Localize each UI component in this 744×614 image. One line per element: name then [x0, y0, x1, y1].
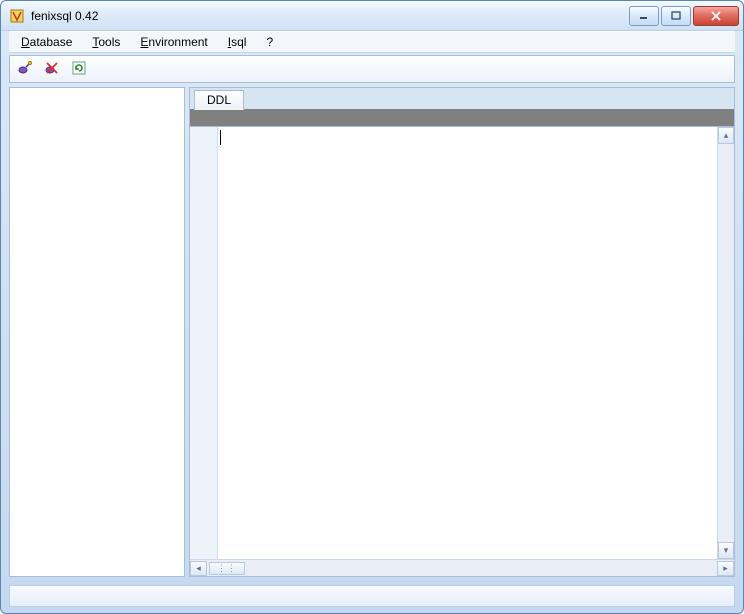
scroll-left-icon[interactable]: ◂ [190, 561, 207, 576]
scroll-right-icon[interactable]: ▸ [717, 561, 734, 576]
editor-panel: ▴ ▾ ◂ ⋮⋮ ▸ [189, 127, 735, 577]
titlebar: fenixsql 0.42 [1, 1, 743, 31]
menu-tools[interactable]: Tools [84, 33, 128, 51]
close-button[interactable] [693, 6, 739, 26]
connect-icon [17, 60, 33, 79]
maximize-button[interactable] [661, 6, 691, 26]
refresh-button[interactable] [67, 58, 91, 80]
window-title: fenixsql 0.42 [31, 9, 629, 23]
menu-isql[interactable]: Isql [220, 33, 255, 51]
connect-button[interactable] [13, 58, 37, 80]
text-cursor-icon [220, 130, 221, 145]
toolbar [9, 55, 735, 83]
header-strip [189, 109, 735, 127]
client-area: DDL ▴ ▾ ◂ ⋮⋮ [9, 87, 735, 577]
menu-help[interactable]: ? [258, 33, 281, 51]
menu-database[interactable]: Database [13, 33, 80, 51]
disconnect-icon [44, 60, 60, 79]
minimize-button[interactable] [629, 6, 659, 26]
tabstrip: DDL [189, 87, 735, 109]
ddl-editor[interactable] [218, 127, 717, 559]
horizontal-scrollbar[interactable]: ◂ ⋮⋮ ▸ [190, 559, 734, 576]
window-buttons [629, 6, 739, 26]
statusbar [9, 585, 735, 607]
vertical-scrollbar[interactable]: ▴ ▾ [717, 127, 734, 559]
scroll-up-icon[interactable]: ▴ [718, 127, 734, 144]
refresh-icon [71, 60, 87, 79]
scroll-down-icon[interactable]: ▾ [718, 542, 734, 559]
menu-environment[interactable]: Environment [132, 33, 215, 51]
editor-gutter [190, 127, 218, 559]
app-icon [9, 8, 25, 24]
tab-label: DDL [207, 93, 231, 107]
menubar: Database Tools Environment Isql ? [9, 31, 735, 53]
scroll-thumb[interactable]: ⋮⋮ [209, 562, 245, 575]
right-panel: DDL ▴ ▾ ◂ ⋮⋮ [189, 87, 735, 577]
disconnect-button[interactable] [40, 58, 64, 80]
tab-ddl[interactable]: DDL [194, 90, 244, 110]
app-window: fenixsql 0.42 Database Tools Environment… [0, 0, 744, 614]
tree-panel[interactable] [9, 87, 185, 577]
